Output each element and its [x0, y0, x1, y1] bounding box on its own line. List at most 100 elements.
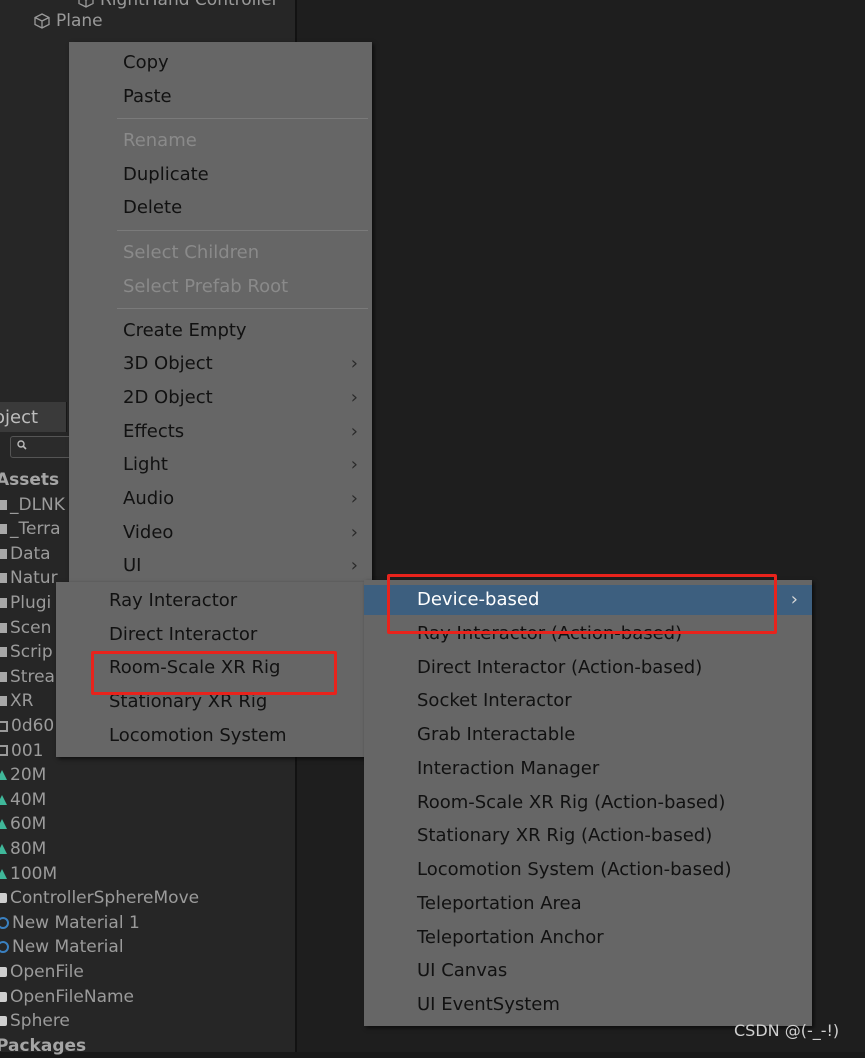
script-icon — [0, 1016, 7, 1027]
project-section-header[interactable]: Assets — [0, 468, 59, 492]
project-asset-item[interactable]: XR — [0, 689, 33, 713]
chevron-right-icon: › — [350, 421, 358, 442]
menu-item-3d-object[interactable]: 3D Object › — [69, 349, 372, 379]
material-icon — [0, 916, 9, 929]
menu-item-2d-object[interactable]: 2D Object › — [69, 383, 372, 413]
menu-item-ui-eventsystem[interactable]: UI EventSystem — [364, 990, 812, 1020]
menu-item-label: Direct Interactor — [109, 623, 258, 645]
project-asset-item[interactable]: ControllerSphereMove — [0, 886, 199, 910]
project-asset-item[interactable]: Sphere — [0, 1009, 70, 1033]
project-asset-item[interactable]: 60M — [0, 812, 46, 836]
menu-item-label: Grab Interactable — [417, 724, 576, 745]
menu-item-label: Socket Interactor — [417, 690, 572, 712]
project-asset-item[interactable]: Scrip — [0, 640, 53, 664]
context-menu: Copy Paste Rename Duplicate Delete Select Chi… — [69, 42, 372, 582]
project-asset-item[interactable]: 80M — [0, 837, 46, 861]
menu-item-copy[interactable]: Copy — [69, 48, 372, 78]
project-asset-item[interactable]: 40M — [0, 788, 46, 812]
xr-action-submenu: Device-based › Ray Interactor (Action-base… — [364, 580, 812, 1026]
menu-item-socket-interactor[interactable]: Socket Interactor — [364, 686, 812, 716]
menu-item-label: Effects — [123, 421, 185, 442]
project-item-label: 60M — [10, 814, 47, 835]
chevron-right-icon: › — [350, 555, 358, 576]
chevron-right-icon: › — [350, 353, 358, 374]
tab-project[interactable]: oject — [0, 402, 67, 432]
terrain-icon — [0, 819, 7, 830]
script-icon — [0, 967, 7, 977]
menu-item-label: Direct Interactor (Action-based) — [417, 656, 703, 678]
project-asset-item[interactable]: _Terra — [0, 517, 61, 541]
project-asset-item[interactable]: 0d60 — [0, 714, 54, 738]
menu-item-audio[interactable]: Audio › — [69, 484, 372, 514]
menu-item-paste[interactable]: Paste — [69, 82, 372, 112]
folder-icon — [0, 524, 7, 535]
menu-item-label: Create Empty — [123, 320, 247, 341]
project-asset-item[interactable]: New Material — [0, 935, 124, 959]
menu-item-label: Ray Interactor — [109, 590, 238, 611]
project-asset-item[interactable]: _DLNK — [0, 493, 65, 517]
project-asset-item[interactable]: OpenFileName — [0, 985, 134, 1009]
project-item-label: OpenFile — [10, 962, 84, 982]
project-asset-item[interactable]: New Material 1 — [0, 911, 140, 935]
menu-item-light[interactable]: Light › — [69, 450, 372, 480]
hierarchy-item[interactable]: Plane — [34, 11, 103, 31]
menu-item-video[interactable]: Video › — [69, 518, 372, 548]
menu-item-interaction-manager[interactable]: Interaction Manager — [364, 754, 812, 784]
project-item-label: 20M — [10, 765, 47, 786]
menu-item-label: UI EventSystem — [417, 994, 560, 1015]
menu-item-select-prefab-root: Select Prefab Root — [69, 272, 372, 302]
project-asset-item[interactable]: Scen — [0, 616, 51, 640]
project-asset-item[interactable]: 20M — [0, 763, 46, 787]
menu-item-label: Locomotion System — [109, 724, 287, 746]
folder-icon — [0, 548, 7, 559]
project-item-label: ControllerSphereMove — [10, 888, 200, 909]
menu-item-direct-interactor[interactable]: Direct Interactor — [56, 620, 369, 650]
menu-item-duplicate[interactable]: Duplicate — [69, 160, 372, 190]
menu-item-stationary-xr-rig-action-based-[interactable]: Stationary XR Rig (Action-based) — [364, 821, 812, 851]
menu-item-create-empty[interactable]: Create Empty — [69, 316, 372, 346]
menu-separator — [117, 118, 368, 119]
menu-item-effects[interactable]: Effects › — [69, 417, 372, 447]
menu-item-label: Locomotion System (Action-based) — [417, 859, 732, 880]
menu-item-locomotion-system-action-based-[interactable]: Locomotion System (Action-based) — [364, 855, 812, 885]
menu-item-teleportation-area[interactable]: Teleportation Area — [364, 889, 812, 919]
chevron-right-icon: › — [350, 387, 358, 408]
menu-item-locomotion-system[interactable]: Locomotion System — [56, 721, 369, 751]
project-item-label: XR — [10, 691, 34, 712]
project-item-label: _Terra — [10, 519, 61, 540]
menu-item-label: Teleportation Anchor — [417, 926, 604, 948]
menu-item-ui-canvas[interactable]: UI Canvas — [364, 956, 812, 986]
menu-item-ray-interactor[interactable]: Ray Interactor — [56, 586, 369, 616]
project-asset-item[interactable]: Strea — [0, 665, 55, 689]
menu-item-ui[interactable]: UI › — [69, 551, 372, 581]
terrain-icon — [0, 794, 7, 805]
menu-item-grab-interactable[interactable]: Grab Interactable — [364, 720, 812, 750]
project-item-label: Data — [10, 543, 51, 564]
project-item-label: Sphere — [10, 1011, 70, 1032]
project-asset-item[interactable]: 100M — [0, 862, 57, 886]
menu-item-label: Audio — [123, 488, 175, 509]
menu-item-label: UI — [123, 555, 142, 576]
menu-separator — [117, 230, 368, 231]
terrain-icon — [0, 844, 7, 854]
menu-item-label: Copy — [123, 52, 169, 73]
script-icon — [0, 991, 7, 1002]
chevron-right-icon: › — [350, 522, 358, 543]
folder-icon — [0, 573, 7, 584]
menu-item-delete[interactable]: Delete — [69, 193, 372, 223]
hierarchy-item[interactable]: RightHand Controller — [78, 0, 279, 10]
annotation-box-device-based — [387, 574, 777, 634]
menu-item-teleportation-anchor[interactable]: Teleportation Anchor — [364, 923, 812, 953]
menu-item-direct-interactor-action-based-[interactable]: Direct Interactor (Action-based) — [364, 653, 812, 683]
project-asset-item[interactable]: Data — [0, 542, 51, 566]
terrain-icon — [0, 770, 7, 781]
project-asset-item[interactable]: OpenFile — [0, 960, 84, 984]
project-asset-item[interactable]: 001 — [0, 739, 43, 763]
project-asset-item[interactable]: Plugi — [0, 591, 51, 615]
menu-item-label: Paste — [123, 86, 172, 107]
project-asset-item[interactable]: Natur — [0, 566, 58, 590]
menu-item-room-scale-xr-rig-action-based-[interactable]: Room-Scale XR Rig (Action-based) — [364, 788, 812, 818]
folder-icon — [0, 671, 7, 682]
project-section-header[interactable]: Packages — [0, 1034, 86, 1058]
terrain-icon — [0, 868, 7, 879]
